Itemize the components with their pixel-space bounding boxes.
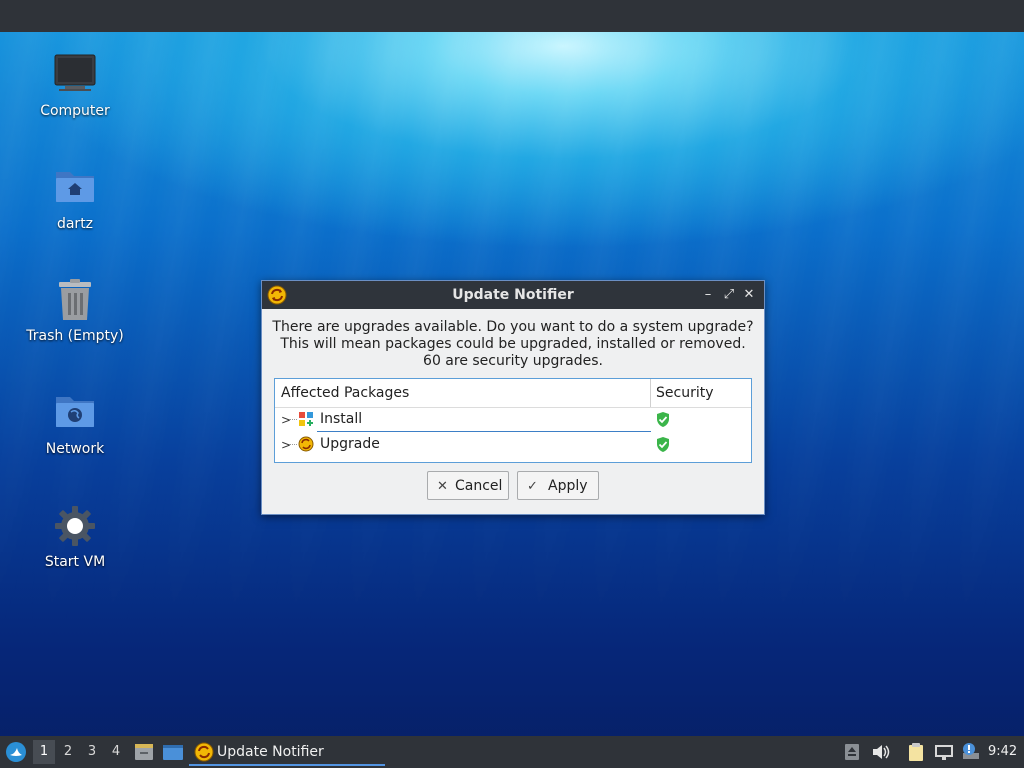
chevron-right-icon[interactable]: > (281, 413, 291, 427)
desktop-icon-start-vm[interactable]: Start VM (10, 504, 140, 570)
update-notifier-icon (194, 742, 214, 762)
dialog-title: Update Notifier (452, 287, 574, 303)
row-focus-underline (317, 431, 651, 432)
tree-connector (289, 419, 297, 420)
workspace-1[interactable]: 1 (33, 740, 55, 764)
tree-header: Affected Packages Security (275, 379, 751, 408)
show-desktop-icon[interactable] (162, 742, 184, 762)
file-manager-icon[interactable] (133, 742, 155, 762)
desktop-icon-dartz[interactable]: dartz (10, 166, 140, 232)
tree-row-label: Upgrade (320, 436, 380, 452)
tree-row-upgrade[interactable]: > Upgrade (275, 433, 751, 457)
desktop-icon-label: Computer (40, 103, 110, 119)
taskbar: 1 2 3 4 Update Notifier 9:42 (0, 736, 1024, 768)
install-package-icon (298, 411, 314, 427)
desktop-icon-label: dartz (56, 216, 94, 232)
desktop-icon-label: Start VM (44, 554, 106, 570)
update-notifier-dialog: Update Notifier – ⤢ ✕ There are upgrades… (261, 280, 765, 515)
column-header-security[interactable]: Security (656, 385, 714, 401)
task-label: Update Notifier (217, 744, 324, 760)
gear-icon (53, 504, 97, 548)
message-line: 60 are security upgrades. (423, 353, 603, 369)
workspace-2[interactable]: 2 (57, 740, 79, 764)
workspace-4[interactable]: 4 (105, 740, 127, 764)
volume-icon[interactable] (871, 742, 890, 762)
desktop-icon-trash[interactable]: Trash (Empty) (10, 278, 140, 344)
affected-packages-tree[interactable]: Affected Packages Security > Install > U… (274, 378, 752, 463)
shield-check-icon (655, 411, 671, 428)
tree-connector (289, 444, 297, 445)
message-line: There are upgrades available. Do you wan… (272, 319, 754, 335)
shield-check-icon (655, 436, 671, 453)
dialog-titlebar[interactable]: Update Notifier – ⤢ ✕ (262, 281, 764, 309)
taskbar-task-update-notifier[interactable]: Update Notifier (189, 738, 385, 766)
network-wired-icon[interactable] (934, 742, 953, 762)
desktop-icon-label: Trash (Empty) (26, 328, 124, 344)
desktop-icon-network[interactable]: Network (10, 391, 140, 457)
eject-icon[interactable] (843, 742, 861, 762)
close-button[interactable]: ✕ (740, 285, 758, 305)
upgrade-package-icon (298, 436, 314, 452)
clipboard-icon[interactable] (907, 742, 925, 762)
trash-icon (53, 278, 97, 322)
top-panel (0, 0, 1024, 32)
minimize-button[interactable]: – (699, 285, 717, 305)
cancel-button[interactable]: ✕ Cancel (427, 471, 509, 500)
chevron-right-icon[interactable]: > (281, 438, 291, 452)
start-menu-icon[interactable] (4, 740, 28, 764)
monitor-icon (53, 53, 97, 97)
desktop-icon-label: Network (45, 441, 105, 457)
desktop-icon-computer[interactable]: Computer (10, 53, 140, 119)
check-icon: ✓ (527, 479, 538, 494)
update-notification-icon[interactable] (961, 742, 979, 762)
apply-button[interactable]: ✓ Apply (517, 471, 599, 500)
network-folder-icon (53, 391, 97, 435)
tree-row-label: Install (320, 411, 363, 427)
message-line: This will mean packages could be upgrade… (280, 336, 746, 352)
apply-button-label: Apply (548, 478, 588, 494)
column-header-affected-packages[interactable]: Affected Packages (281, 385, 409, 401)
close-icon: ✕ (437, 479, 448, 494)
column-separator (650, 379, 651, 407)
tree-row-install[interactable]: > Install (275, 408, 751, 432)
clock[interactable]: 9:42 (988, 744, 1017, 759)
maximize-button[interactable]: ⤢ (720, 285, 738, 305)
dialog-message: There are upgrades available. Do you wan… (262, 319, 764, 370)
home-folder-icon (53, 166, 97, 210)
workspace-3[interactable]: 3 (81, 740, 103, 764)
cancel-button-label: Cancel (455, 478, 503, 494)
